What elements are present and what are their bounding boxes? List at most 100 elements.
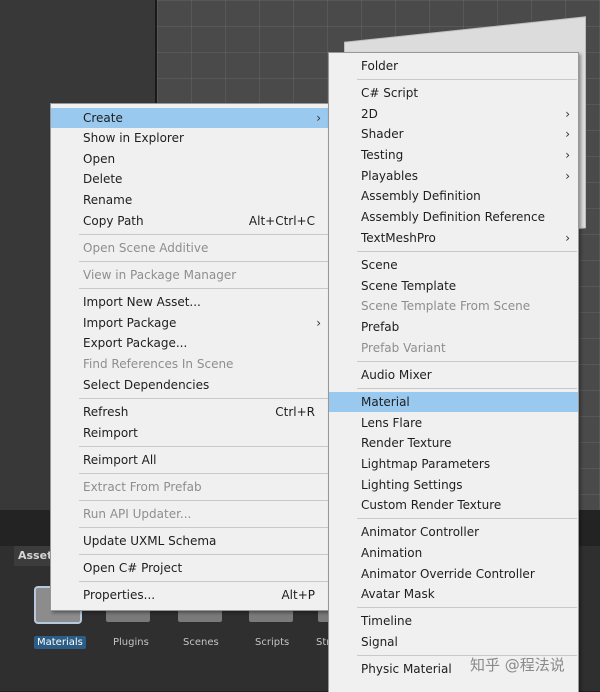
submenu-item-assembly-definition[interactable]: Assembly Definition — [329, 186, 578, 206]
menu-separator — [357, 251, 577, 252]
menu-separator — [357, 79, 577, 80]
menu-item-reimport-all[interactable]: Reimport All — [51, 450, 329, 470]
menu-item-shortcut: Ctrl+R — [275, 405, 315, 419]
menu-item-label: Create — [83, 111, 123, 125]
menu-separator — [79, 261, 328, 262]
menu-item-label: Open Scene Additive — [83, 241, 209, 255]
menu-item-label: Scene Template From Scene — [361, 299, 531, 313]
menu-item-label: Prefab — [361, 320, 400, 334]
menu-item-label: TextMeshPro — [361, 231, 436, 245]
menu-item-label: Import Package — [83, 316, 177, 330]
menu-item-rename[interactable]: Rename — [51, 190, 329, 210]
menu-item-label: Animation — [361, 546, 423, 560]
submenu-item-scene-template-from-scene: Scene Template From Scene — [329, 296, 578, 316]
submenu-item-avatar-mask[interactable]: Avatar Mask — [329, 584, 578, 604]
menu-separator — [79, 527, 328, 528]
menu-item-export-package[interactable]: Export Package... — [51, 333, 329, 353]
submenu-item-playables[interactable]: Playables › — [329, 166, 578, 186]
submenu-item-csharp-script[interactable]: C# Script — [329, 83, 578, 103]
menu-item-label: Scene — [361, 258, 398, 272]
menu-item-label: Extract From Prefab — [83, 480, 202, 494]
submenu-item-folder[interactable]: Folder — [329, 56, 578, 76]
menu-item-create[interactable]: Create › — [51, 108, 329, 128]
submenu-item-testing[interactable]: Testing › — [329, 145, 578, 165]
menu-item-label: Properties... — [83, 588, 156, 602]
menu-item-label: Shader — [361, 127, 404, 141]
menu-item-delete[interactable]: Delete — [51, 169, 329, 189]
menu-item-label: Lens Flare — [361, 416, 423, 430]
menu-separator — [357, 388, 577, 389]
submenu-item-textmeshpro[interactable]: TextMeshPro › — [329, 228, 578, 248]
menu-item-label: Update UXML Schema — [83, 534, 217, 548]
menu-item-import-package[interactable]: Import Package › — [51, 313, 329, 333]
submenu-item-prefab[interactable]: Prefab — [329, 317, 578, 337]
submenu-item-lens-flare[interactable]: Lens Flare — [329, 413, 578, 433]
menu-item-label: Show in Explorer — [83, 131, 184, 145]
submenu-item-prefab-variant: Prefab Variant — [329, 338, 578, 358]
submenu-item-render-texture[interactable]: Render Texture — [329, 433, 578, 453]
menu-item-label: Assembly Definition Reference — [361, 210, 546, 224]
submenu-item-assembly-definition-reference[interactable]: Assembly Definition Reference — [329, 207, 578, 227]
submenu-item-animator-override-controller[interactable]: Animator Override Controller — [329, 564, 578, 584]
chevron-right-icon: › — [565, 148, 570, 162]
submenu-item-timeline[interactable]: Timeline — [329, 611, 578, 631]
submenu-item-scene-template[interactable]: Scene Template — [329, 276, 578, 296]
menu-item-label: Import New Asset... — [83, 295, 201, 309]
menu-item-update-uxml-schema[interactable]: Update UXML Schema — [51, 531, 329, 551]
menu-separator — [79, 446, 328, 447]
menu-item-label: Scene Template — [361, 279, 457, 293]
submenu-item-material[interactable]: Material — [329, 392, 578, 412]
menu-item-open-csharp-project[interactable]: Open C# Project — [51, 558, 329, 578]
context-menu: Create › Show in Explorer Open Delete Re… — [50, 103, 330, 611]
menu-separator — [357, 607, 577, 608]
submenu-item-lightmap-parameters[interactable]: Lightmap Parameters — [329, 454, 578, 474]
folder-label: Scripts — [255, 637, 290, 648]
menu-item-label: Avatar Mask — [361, 587, 435, 601]
submenu-item-audio-mixer[interactable]: Audio Mixer — [329, 365, 578, 385]
menu-item-label: View in Package Manager — [83, 268, 237, 282]
submenu-item-lighting-settings[interactable]: Lighting Settings — [329, 475, 578, 495]
menu-item-label: Reimport All — [83, 453, 157, 467]
menu-item-open[interactable]: Open — [51, 149, 329, 169]
submenu-item-signal[interactable]: Signal — [329, 632, 578, 652]
menu-item-label: Run API Updater... — [83, 507, 192, 521]
menu-item-label: Refresh — [83, 405, 129, 419]
submenu-item-custom-render-texture[interactable]: Custom Render Texture — [329, 495, 578, 515]
menu-item-label: Signal — [361, 635, 398, 649]
menu-separator — [79, 288, 328, 289]
folder-label: Materials — [34, 636, 86, 649]
submenu-item-shader[interactable]: Shader › — [329, 124, 578, 144]
menu-separator — [357, 518, 577, 519]
submenu-item-2d[interactable]: 2D › — [329, 104, 578, 124]
menu-item-shortcut: Alt+Ctrl+C — [248, 214, 315, 228]
menu-item-label: Playables — [361, 169, 418, 183]
menu-item-refresh[interactable]: Refresh Ctrl+R — [51, 402, 329, 422]
menu-separator — [79, 581, 328, 582]
submenu-item-scene[interactable]: Scene — [329, 255, 578, 275]
menu-item-label: Animator Override Controller — [361, 567, 535, 581]
menu-item-select-dependencies[interactable]: Select Dependencies — [51, 375, 329, 395]
menu-item-import-new-asset[interactable]: Import New Asset... — [51, 292, 329, 312]
menu-item-properties[interactable]: Properties... Alt+P — [51, 585, 329, 605]
menu-item-label: Animator Controller — [361, 525, 480, 539]
menu-item-find-references: Find References In Scene — [51, 354, 329, 374]
menu-item-label: Open C# Project — [83, 561, 183, 575]
folder-label: Scenes — [183, 637, 219, 648]
menu-item-label: Find References In Scene — [83, 357, 234, 371]
menu-item-label: Custom Render Texture — [361, 498, 502, 512]
menu-item-label: Assembly Definition — [361, 189, 481, 203]
menu-item-label: Folder — [361, 59, 399, 73]
menu-item-reimport[interactable]: Reimport — [51, 423, 329, 443]
chevron-right-icon: › — [316, 111, 321, 125]
menu-item-copy-path[interactable]: Copy Path Alt+Ctrl+C — [51, 211, 329, 231]
chevron-right-icon: › — [565, 169, 570, 183]
menu-item-open-scene-additive: Open Scene Additive — [51, 238, 329, 258]
submenu-item-animation[interactable]: Animation — [329, 543, 578, 563]
menu-item-view-in-package-manager: View in Package Manager — [51, 265, 329, 285]
menu-item-label: Export Package... — [83, 336, 188, 350]
menu-item-shortcut: Alt+P — [281, 588, 315, 602]
menu-item-label: Testing — [361, 148, 404, 162]
menu-separator — [79, 500, 328, 501]
menu-item-show-in-explorer[interactable]: Show in Explorer — [51, 128, 329, 148]
submenu-item-animator-controller[interactable]: Animator Controller — [329, 522, 578, 542]
